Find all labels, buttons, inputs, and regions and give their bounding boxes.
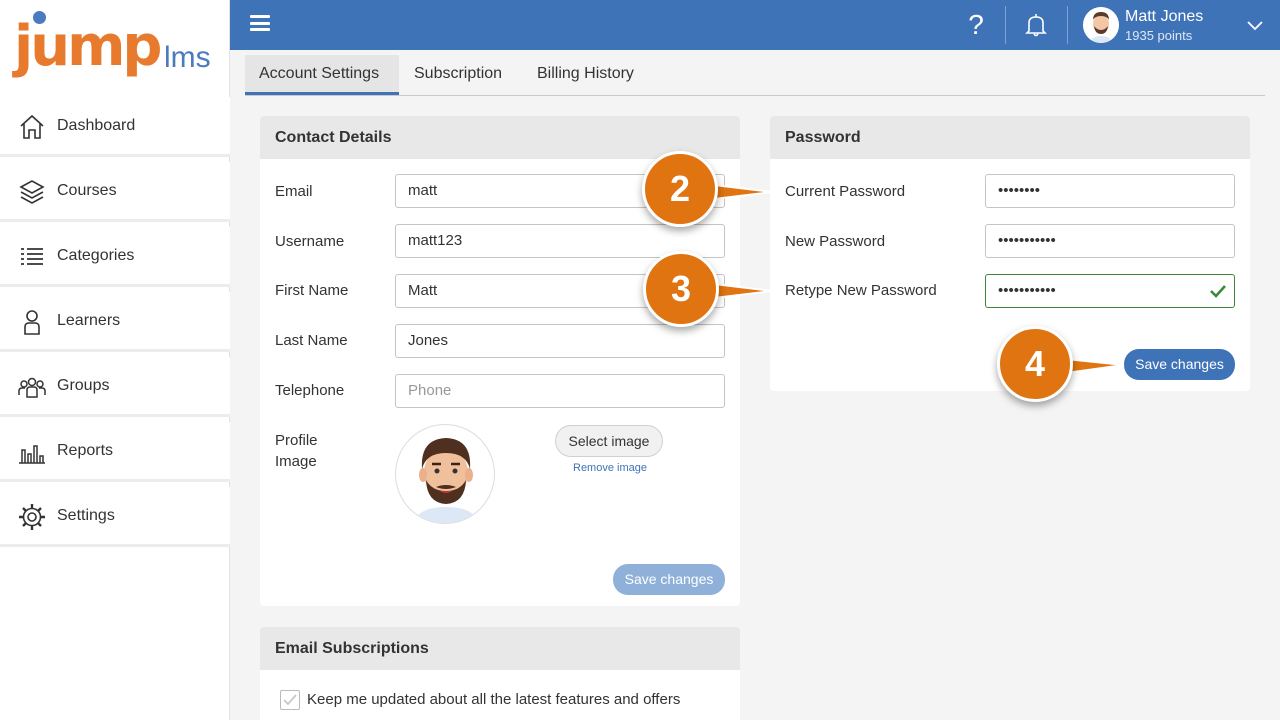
profile-face-icon — [414, 438, 478, 523]
sidebar-item-settings[interactable]: Settings — [0, 487, 230, 547]
chevron-down-icon[interactable] — [1246, 16, 1264, 34]
callout-badge-4: 4 — [997, 326, 1073, 402]
first-name-label: First Name — [275, 282, 349, 299]
sidebar-item-label: Learners — [57, 312, 121, 329]
jumplms-logo[interactable]: jump lms — [14, 8, 224, 92]
profile-image — [395, 424, 495, 524]
user-name[interactable]: Matt Jones — [1125, 8, 1203, 26]
select-image-button[interactable]: Select image — [555, 425, 663, 457]
profile-image-label-line2: Image — [275, 453, 317, 470]
tab-subscription[interactable]: Subscription — [400, 55, 516, 95]
group-icon — [18, 377, 46, 398]
password-title: Password — [770, 116, 1250, 159]
sidebar-item-label: Reports — [57, 442, 114, 459]
email-subscriptions-panel: Email Subscriptions Keep me updated abou… — [260, 627, 740, 720]
new-password-field[interactable]: ••••••••••• — [985, 224, 1235, 258]
last-name-field[interactable]: Jones — [395, 324, 725, 358]
avatar[interactable] — [1083, 7, 1119, 43]
telephone-label: Telephone — [275, 382, 345, 399]
sidebar-item-courses[interactable]: Courses — [0, 162, 230, 222]
retype-password-field[interactable]: ••••••••••• — [985, 274, 1235, 308]
help-icon[interactable]: ? — [964, 8, 988, 42]
callout-arrow — [714, 183, 773, 201]
telephone-field[interactable]: Phone — [395, 374, 725, 408]
logo-suffix: lms — [164, 41, 211, 74]
sidebar-item-groups[interactable]: Groups — [0, 357, 230, 417]
hamburger-menu-icon[interactable] — [250, 15, 270, 35]
callout-arrow — [1066, 357, 1125, 375]
gear-icon — [19, 504, 45, 530]
sidebar-item-dashboard[interactable]: Dashboard — [0, 97, 230, 157]
sidebar: jump lms Dashboard Courses Categories Le… — [0, 0, 230, 720]
callout-badge-2: 2 — [642, 151, 718, 227]
current-password-label: Current Password — [785, 183, 906, 200]
tab-billing-history[interactable]: Billing History — [523, 55, 648, 95]
features-offers-label: Keep me updated about all the latest fea… — [307, 691, 681, 708]
new-password-label: New Password — [785, 233, 886, 250]
logo-main: jump — [14, 14, 162, 79]
header-divider — [1005, 6, 1006, 44]
top-bar: ? Matt Jones 1935 points — [230, 0, 1280, 50]
bar-chart-icon — [19, 445, 45, 464]
checkbox-check-icon — [283, 694, 297, 706]
home-icon — [20, 114, 44, 139]
courses-icon — [19, 180, 45, 204]
sidebar-item-label: Courses — [57, 182, 117, 199]
user-points: 1935 points — [1125, 28, 1193, 43]
email-subscriptions-title: Email Subscriptions — [260, 627, 740, 670]
contact-save-button[interactable]: Save changes — [613, 564, 725, 595]
bell-icon[interactable] — [1025, 13, 1047, 37]
retype-password-label: Retype New Password — [785, 282, 937, 299]
last-name-label: Last Name — [275, 332, 348, 349]
sidebar-item-categories[interactable]: Categories — [0, 227, 230, 287]
sidebar-item-learners[interactable]: Learners — [0, 292, 230, 352]
sidebar-item-label: Settings — [57, 507, 115, 524]
callout-badge-3: 3 — [643, 251, 719, 327]
callout-arrow — [714, 282, 773, 300]
account-tabs: Account Settings Subscription Billing Hi… — [245, 55, 1265, 96]
list-icon — [21, 248, 43, 265]
features-offers-checkbox[interactable] — [280, 690, 300, 710]
sidebar-item-label: Categories — [57, 247, 135, 264]
header-divider — [1067, 6, 1068, 44]
check-icon — [1210, 285, 1226, 298]
username-label: Username — [275, 233, 345, 250]
password-save-button[interactable]: Save changes — [1124, 349, 1235, 380]
remove-image-link[interactable]: Remove image — [573, 462, 647, 474]
user-icon — [24, 310, 40, 335]
current-password-field[interactable]: •••••••• — [985, 174, 1235, 208]
sidebar-item-label: Dashboard — [57, 117, 136, 134]
profile-image-label-line1: Profile — [275, 432, 318, 449]
avatar-face-icon — [1083, 7, 1119, 43]
sidebar-item-label: Groups — [57, 377, 110, 394]
sidebar-nav: Dashboard Courses Categories Learners Gr… — [0, 97, 230, 552]
email-label: Email — [275, 183, 313, 200]
tab-account-settings[interactable]: Account Settings — [245, 55, 399, 95]
sidebar-item-reports[interactable]: Reports — [0, 422, 230, 482]
